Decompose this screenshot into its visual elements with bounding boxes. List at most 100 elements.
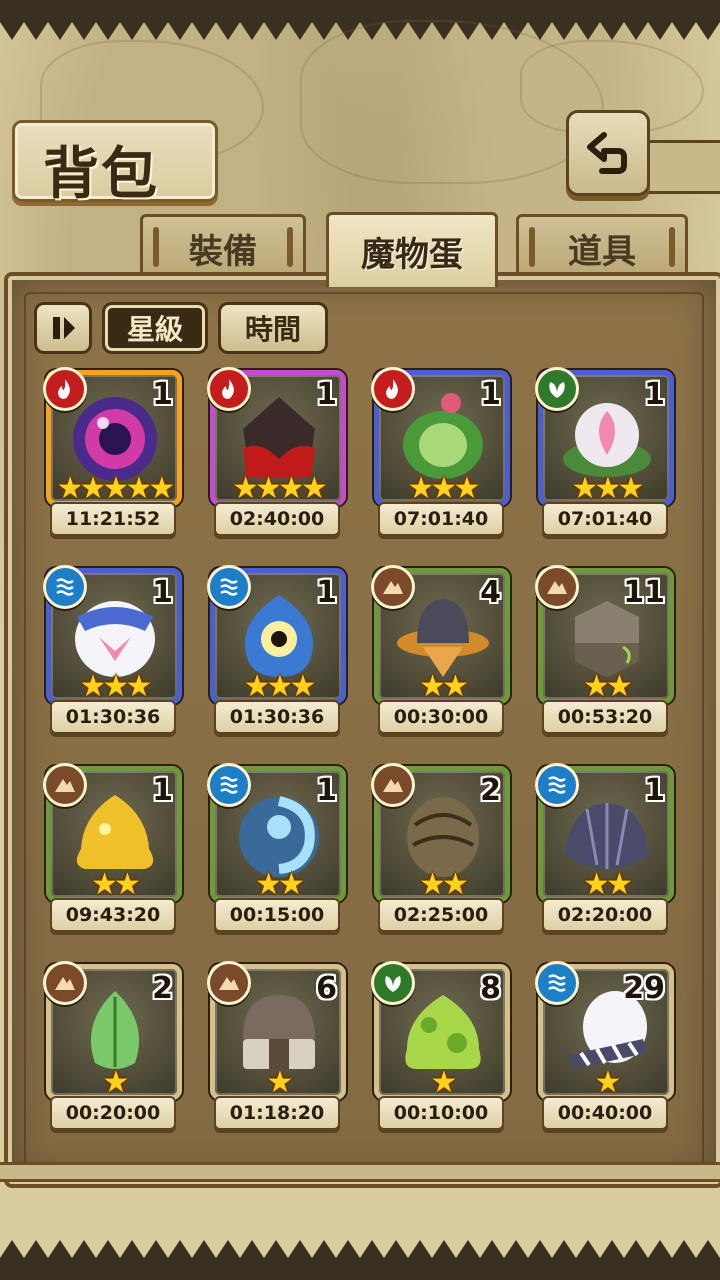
egg-card-frame: 2 ★ [43, 961, 182, 1100]
fire-element-icon [371, 367, 415, 411]
sort-order-button[interactable] [34, 302, 92, 354]
bottom-rail-decoration [0, 1162, 720, 1182]
tab-post-decoration [529, 227, 535, 267]
star-icon: ★ [606, 867, 633, 902]
hatch-timer: 00:53:20 [542, 700, 668, 734]
egg-count: 1 [316, 773, 337, 808]
sort-by-time-button[interactable]: 時間 [218, 302, 328, 354]
back-button-rail [640, 140, 720, 194]
page-title: 背包 [43, 142, 159, 207]
star-rating: ★★★ [215, 669, 341, 704]
star-rating: ★★ [215, 867, 341, 902]
egg-slot[interactable]: 1 ★★ 09:43:20 [43, 763, 182, 934]
egg-card-frame: 1 ★★ [207, 763, 346, 902]
egg-slot[interactable]: 1 ★★★ 01:30:36 [207, 565, 346, 736]
egg-count: 1 [316, 377, 337, 412]
sort-by-star-button[interactable]: 星級 [102, 302, 208, 354]
earth-element-icon [371, 565, 415, 609]
star-icon: ★ [125, 471, 152, 506]
star-icon: ★ [102, 1065, 130, 1100]
back-button[interactable] [566, 110, 650, 196]
hatch-timer: 02:25:00 [378, 898, 504, 932]
egg-count: 11 [623, 575, 665, 610]
tab-items[interactable]: 道具 [516, 214, 688, 279]
hatch-timer: 09:43:20 [50, 898, 176, 932]
egg-count: 1 [644, 377, 665, 412]
egg-card-frame: 2 ★★ [371, 763, 510, 902]
star-icon: ★ [407, 471, 435, 506]
egg-card-frame: 8 ★ [371, 961, 510, 1100]
egg-count: 8 [480, 971, 501, 1006]
egg-slot[interactable]: 1 ★★★ 07:01:40 [535, 367, 674, 538]
star-rating: ★★ [379, 867, 505, 902]
star-rating: ★★★ [543, 471, 669, 506]
egg-slot[interactable]: 8 ★ 00:10:00 [371, 961, 510, 1132]
star-icon: ★ [606, 669, 633, 704]
tab-monster-eggs[interactable]: 魔物蛋 [326, 212, 498, 287]
star-icon: ★ [255, 867, 282, 902]
egg-slot[interactable]: 2 ★ 00:20:00 [43, 961, 182, 1132]
plant-element-icon [535, 367, 579, 411]
egg-slot[interactable]: 1 ★★★★ 02:40:00 [207, 367, 346, 538]
hatch-timer: 00:15:00 [214, 898, 340, 932]
tab-post-decoration [669, 227, 675, 267]
egg-count: 2 [152, 971, 173, 1006]
star-icon: ★ [442, 867, 469, 902]
egg-slot[interactable]: 1 ★★★★★ 11:21:52 [43, 367, 182, 538]
star-icon: ★ [278, 471, 305, 506]
star-icon: ★ [594, 1065, 622, 1100]
egg-card-frame: 4 ★★ [371, 565, 510, 704]
tab-label: 魔物蛋 [361, 234, 463, 275]
fire-element-icon [207, 367, 251, 411]
hatch-timer: 00:30:00 [378, 700, 504, 734]
egg-card-frame: 1 ★★ [43, 763, 182, 902]
star-icon: ★ [102, 471, 130, 506]
tab-label: 裝備 [189, 231, 257, 272]
tab-equipment[interactable]: 裝備 [140, 214, 306, 279]
earth-element-icon [43, 763, 87, 807]
egg-slot[interactable]: 1 ★★ 02:20:00 [535, 763, 674, 934]
earth-element-icon [535, 565, 579, 609]
star-icon: ★ [255, 471, 282, 506]
earth-element-icon [207, 961, 251, 1005]
star-icon: ★ [56, 471, 84, 506]
egg-slot[interactable]: 6 ★ 01:18:20 [207, 961, 346, 1132]
egg-count: 1 [480, 377, 501, 412]
star-icon: ★ [571, 471, 599, 506]
star-icon: ★ [583, 669, 610, 704]
egg-count: 1 [152, 773, 173, 808]
hatch-timer: 01:18:20 [214, 1096, 340, 1130]
hatch-timer: 02:20:00 [542, 898, 668, 932]
star-rating: ★★ [379, 669, 505, 704]
star-icon: ★ [419, 867, 446, 902]
title-plate: 背包 [12, 120, 218, 207]
hatch-timer: 07:01:40 [542, 502, 668, 536]
water-element-icon [207, 565, 251, 609]
hatch-timer: 00:40:00 [542, 1096, 668, 1130]
star-rating: ★★ [543, 867, 669, 902]
egg-slot[interactable]: 29 ★ 00:40:00 [535, 961, 674, 1132]
star-rating: ★ [543, 1065, 669, 1100]
egg-slot[interactable]: 11 ★★ 00:53:20 [535, 565, 674, 736]
star-rating: ★★★★ [215, 471, 341, 506]
egg-card-frame: 11 ★★ [535, 565, 674, 704]
star-rating: ★★ [543, 669, 669, 704]
star-icon: ★ [289, 669, 316, 704]
egg-slot[interactable]: 4 ★★ 00:30:00 [371, 565, 510, 736]
tab-post-decoration [153, 227, 159, 267]
egg-card-frame: 1 ★★★ [43, 565, 182, 704]
egg-count: 1 [152, 575, 173, 610]
star-rating: ★★★ [51, 669, 177, 704]
egg-slot[interactable]: 2 ★★ 02:25:00 [371, 763, 510, 934]
bottom-border-decoration [0, 1240, 720, 1280]
star-icon: ★ [79, 669, 107, 704]
star-rating: ★ [215, 1065, 341, 1100]
tab-post-decoration [287, 227, 293, 267]
egg-slot[interactable]: 1 ★★ 00:15:00 [207, 763, 346, 934]
star-icon: ★ [583, 867, 610, 902]
hatch-timer: 01:30:36 [50, 700, 176, 734]
egg-slot[interactable]: 1 ★★★ 01:30:36 [43, 565, 182, 736]
egg-count: 2 [480, 773, 501, 808]
star-icon: ★ [114, 867, 141, 902]
egg-slot[interactable]: 1 ★★★ 07:01:40 [371, 367, 510, 538]
